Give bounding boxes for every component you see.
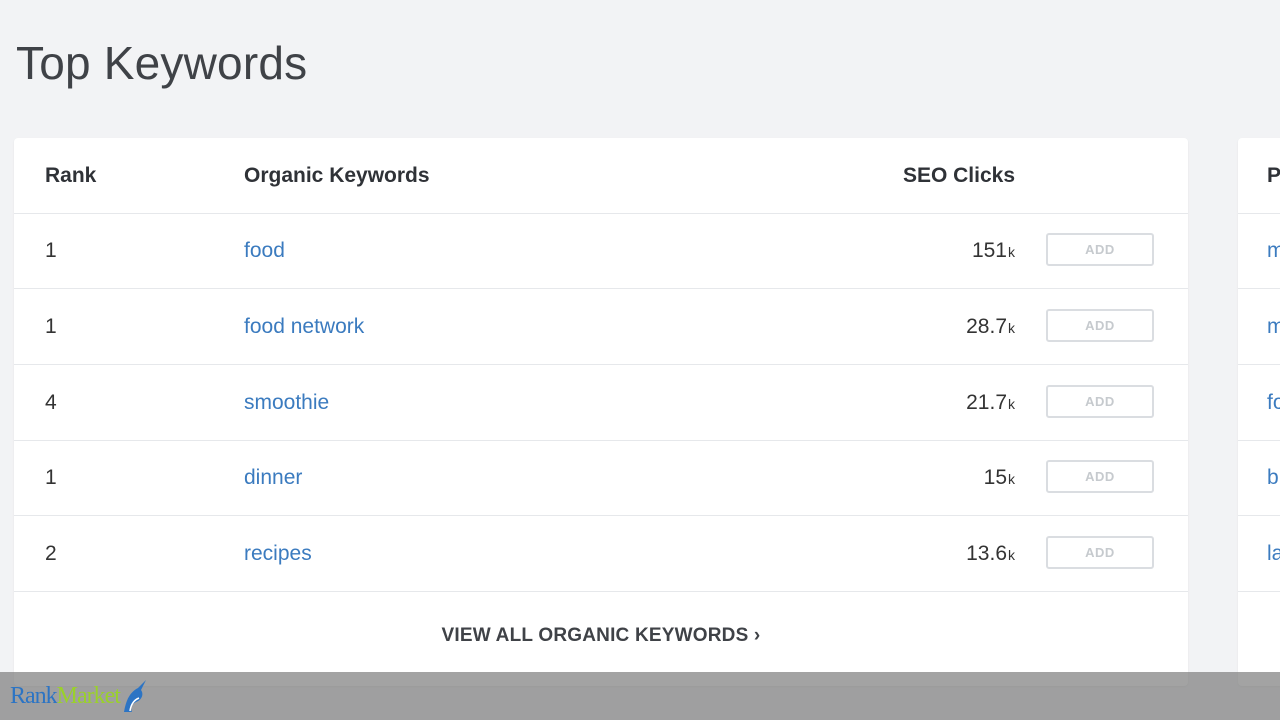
seo-clicks-cell: 28.7k — [966, 289, 1015, 364]
seo-clicks-column-header: SEO Clicks — [902, 164, 1015, 187]
add-keyword-button[interactable]: ADD — [1046, 233, 1154, 266]
clicks-value: 151 — [971, 239, 1007, 262]
top-keywords-card: Rank Organic Keywords SEO Clicks 1 food … — [14, 138, 1188, 686]
clicks-value: 13.6 — [966, 542, 1007, 565]
organic-keywords-column-header: Organic Keywords — [244, 164, 430, 187]
add-keyword-button[interactable]: ADD — [1046, 385, 1154, 418]
keyword-link[interactable]: food — [244, 213, 285, 288]
list-item: m — [1238, 289, 1280, 365]
clicks-unit: k — [1008, 396, 1015, 412]
rank-column-header: Rank — [45, 164, 97, 187]
clicks-value: 15 — [983, 466, 1007, 489]
rank-cell: 1 — [45, 315, 57, 338]
seo-clicks-cell: 151k — [972, 213, 1015, 288]
keyword-link[interactable]: food network — [244, 289, 364, 364]
clicks-unit: k — [1008, 471, 1015, 487]
table-header-row: Rank Organic Keywords SEO Clicks — [14, 138, 1188, 214]
rank-cell: 1 — [45, 239, 57, 262]
unicorn-icon — [123, 680, 146, 712]
rank-cell: 1 — [45, 466, 57, 489]
page-title: Top Keywords — [16, 37, 308, 89]
logo-wordmark: RankMarket — [10, 682, 121, 710]
secondary-keyword-link[interactable]: la — [1267, 516, 1280, 591]
table-row: 1 dinner 15k ADD — [14, 440, 1188, 516]
list-item: la — [1238, 516, 1280, 592]
seo-clicks-cell: 13.6k — [966, 516, 1015, 591]
table-row: 1 food 151k ADD — [14, 213, 1188, 289]
secondary-keyword-link[interactable]: b — [1267, 440, 1279, 515]
secondary-keyword-link[interactable]: fo — [1267, 365, 1280, 440]
seo-clicks-cell: 15k — [984, 440, 1015, 515]
table-row: 2 recipes 13.6k ADD — [14, 516, 1188, 592]
rank-cell: 2 — [45, 542, 57, 565]
seo-clicks-cell: 21.7k — [966, 365, 1015, 440]
watermark-bar — [0, 672, 1280, 720]
clicks-unit: k — [1008, 244, 1015, 260]
secondary-header-row: P — [1238, 138, 1280, 214]
add-keyword-button[interactable]: ADD — [1046, 536, 1154, 569]
list-item: fo — [1238, 365, 1280, 441]
rankmarket-logo: RankMarket — [10, 676, 148, 716]
add-keyword-button[interactable]: ADD — [1046, 460, 1154, 493]
list-item: b — [1238, 440, 1280, 516]
table-row: 1 food network 28.7k ADD — [14, 289, 1188, 365]
list-item: m — [1238, 213, 1280, 289]
secondary-keyword-link[interactable]: m — [1267, 289, 1280, 364]
secondary-keyword-link[interactable]: m — [1267, 213, 1280, 288]
keyword-link[interactable]: dinner — [244, 440, 302, 515]
keyword-link[interactable]: recipes — [244, 516, 312, 591]
view-all-organic-keywords-link[interactable]: VIEW ALL ORGANIC KEYWORDS › — [14, 611, 1188, 661]
secondary-keywords-card: P m m fo b la — [1238, 138, 1280, 686]
logo-text-market: Market — [56, 682, 121, 709]
clicks-value: 28.7 — [966, 315, 1007, 338]
rank-cell: 4 — [45, 391, 57, 414]
table-row: 4 smoothie 21.7k ADD — [14, 365, 1188, 441]
add-keyword-button[interactable]: ADD — [1046, 309, 1154, 342]
clicks-unit: k — [1008, 547, 1015, 563]
clicks-value: 21.7 — [966, 391, 1007, 414]
secondary-column-header: P — [1267, 164, 1280, 187]
keyword-link[interactable]: smoothie — [244, 365, 329, 440]
clicks-unit: k — [1008, 320, 1015, 336]
logo-text-rank: Rank — [10, 682, 58, 709]
